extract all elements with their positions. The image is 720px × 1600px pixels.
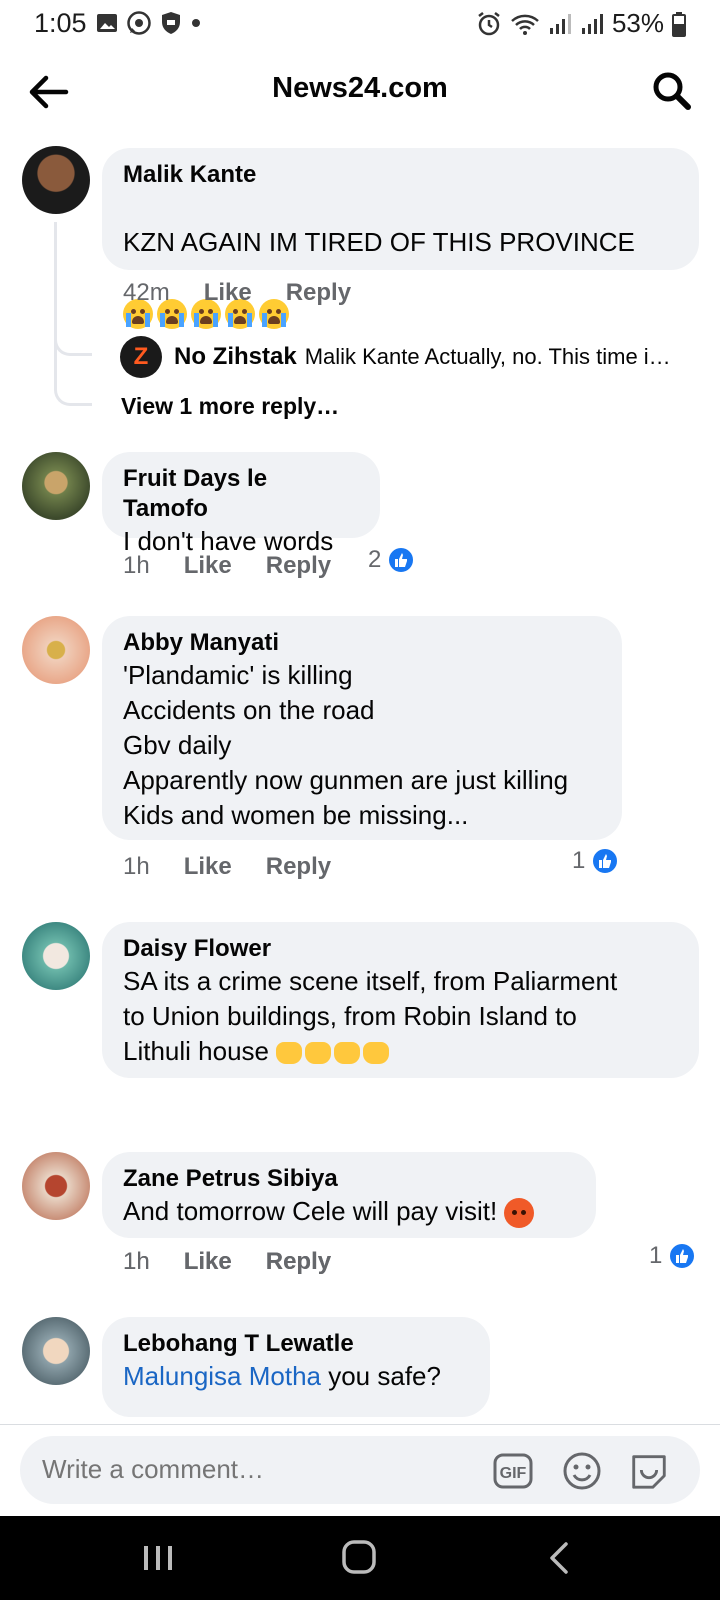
comment-bubble[interactable]: Daisy Flower SA its a crime scene itself…	[102, 922, 699, 1078]
reaction-summary[interactable]: 1	[649, 1242, 697, 1270]
gif-label: GIF	[500, 1465, 527, 1482]
like-button[interactable]: Like	[184, 552, 232, 580]
battery-icon	[672, 11, 686, 37]
avatar[interactable]	[22, 1317, 90, 1385]
reaction-count: 2	[368, 546, 382, 573]
comment-text: And tomorrow Cele will pay visit!	[123, 1194, 574, 1229]
reply-button[interactable]: Reply	[266, 853, 331, 881]
back-nav-icon[interactable]	[540, 1538, 584, 1578]
battery-percent: 53%	[611, 8, 664, 38]
comment-body: 'Plandamic' is killing Accidents on the …	[123, 660, 569, 830]
dot-icon	[192, 19, 200, 27]
comment-time: 1h	[123, 552, 150, 579]
reply-avatar[interactable]: Z	[120, 336, 162, 378]
alarm-icon	[478, 11, 500, 35]
comment-bubble[interactable]: Fruit Days le Tamofo I don't have words	[102, 452, 380, 556]
view-more-replies-link[interactable]: View 1 more reply…	[121, 393, 339, 420]
whatsapp-icon	[127, 11, 151, 35]
comment-actions: 1h Like Reply	[123, 1248, 365, 1276]
comment-author[interactable]: Fruit Days le Tamofo	[123, 464, 358, 524]
home-icon[interactable]	[338, 1538, 382, 1578]
avatar[interactable]	[22, 922, 90, 990]
comment-time: 42m	[123, 279, 170, 306]
shield-icon	[162, 12, 180, 34]
status-time: 1:05	[34, 8, 87, 38]
gif-icon[interactable]: GIF	[492, 1450, 534, 1492]
app-bar: News24.com	[0, 56, 720, 126]
reaction-count: 1	[649, 1242, 663, 1269]
reply-preview-row[interactable]: Z No Zihstak Malik Kante Actually, no. T…	[120, 336, 671, 378]
comment-actions: 42m Like Reply	[123, 279, 385, 307]
reaction-summary[interactable]: 2	[368, 546, 416, 574]
comment-author[interactable]: Lebohang T Lewatle	[123, 1329, 468, 1359]
comment-time: 1h	[123, 1248, 150, 1275]
like-button[interactable]: Like	[204, 279, 252, 307]
reaction-count: 1	[572, 847, 586, 874]
composer-divider	[0, 1424, 720, 1425]
search-button[interactable]	[650, 69, 694, 113]
avatar[interactable]	[22, 616, 90, 684]
comment-author[interactable]: Malik Kante	[123, 160, 677, 190]
sticker-icon[interactable]	[628, 1450, 670, 1492]
recent-apps-icon[interactable]	[136, 1538, 180, 1578]
reply-button[interactable]: Reply	[266, 1248, 331, 1276]
comment-author[interactable]: Daisy Flower	[123, 934, 677, 964]
comment-actions: 1h Like Reply	[123, 853, 365, 881]
comment-author[interactable]: Abby Manyati	[123, 628, 600, 658]
signal-icon-2	[581, 13, 603, 34]
reply-preview-text: Malik Kante Actually, no. This time i…	[304, 344, 671, 369]
thumbs-up-icon	[387, 546, 416, 574]
angry-face-icon	[504, 1198, 535, 1229]
system-nav-bar	[0, 1516, 720, 1600]
comment-body: you safe?	[321, 1361, 441, 1391]
comment-text: SA its a crime scene itself, from Paliar…	[123, 964, 677, 1069]
thumbs-up-icon	[668, 1242, 697, 1270]
like-button[interactable]: Like	[184, 853, 232, 881]
reaction-summary[interactable]: 1	[572, 847, 620, 875]
signal-icon	[549, 13, 571, 34]
comment-author[interactable]: Zane Petrus Sibiya	[123, 1164, 574, 1194]
thumbs-up-icon	[591, 847, 620, 875]
comment-body: KZN AGAIN IM TIRED OF THIS PROVINCE	[123, 227, 635, 257]
comment-body: And tomorrow Cele will pay visit!	[123, 1196, 498, 1226]
system-icons: 53%	[476, 8, 686, 39]
reply-button[interactable]: Reply	[266, 552, 331, 580]
avatar[interactable]	[22, 452, 90, 520]
thread-line	[54, 222, 92, 406]
emoji-icon[interactable]	[561, 1450, 603, 1492]
comment-actions: 1h Like Reply	[123, 552, 365, 580]
gallery-icon	[97, 14, 117, 32]
reply-button[interactable]: Reply	[286, 279, 351, 307]
comment-composer: GIF	[20, 1436, 700, 1504]
page-title: News24.com	[272, 72, 448, 104]
comment-bubble[interactable]: Lebohang T Lewatle Malungisa Motha you s…	[102, 1317, 490, 1417]
notification-icons	[96, 10, 202, 36]
comment-time: 1h	[123, 853, 150, 880]
comment-text: KZN AGAIN IM TIRED OF THIS PROVINCE	[123, 190, 677, 330]
like-button[interactable]: Like	[184, 1248, 232, 1276]
mention-link[interactable]: Malungisa Motha	[123, 1361, 321, 1391]
avatar[interactable]	[22, 1152, 90, 1220]
comments-list[interactable]: Malik Kante KZN AGAIN IM TIRED OF THIS P…	[0, 140, 720, 1425]
comment-input[interactable]	[42, 1454, 472, 1485]
raising-hands-icon	[276, 1036, 392, 1066]
status-bar: 1:05 53%	[0, 0, 720, 46]
comment-bubble[interactable]: Abby Manyati 'Plandamic' is killing Acci…	[102, 616, 622, 840]
comment-bubble[interactable]: Malik Kante KZN AGAIN IM TIRED OF THIS P…	[102, 148, 699, 330]
comment-bubble[interactable]: Zane Petrus Sibiya And tomorrow Cele wil…	[102, 1152, 596, 1238]
search-icon	[653, 72, 691, 110]
comment-text: Malungisa Motha you safe?	[123, 1359, 468, 1394]
reply-author[interactable]: No Zihstak	[174, 343, 297, 371]
avatar[interactable]	[22, 146, 90, 214]
wifi-icon	[511, 14, 539, 35]
